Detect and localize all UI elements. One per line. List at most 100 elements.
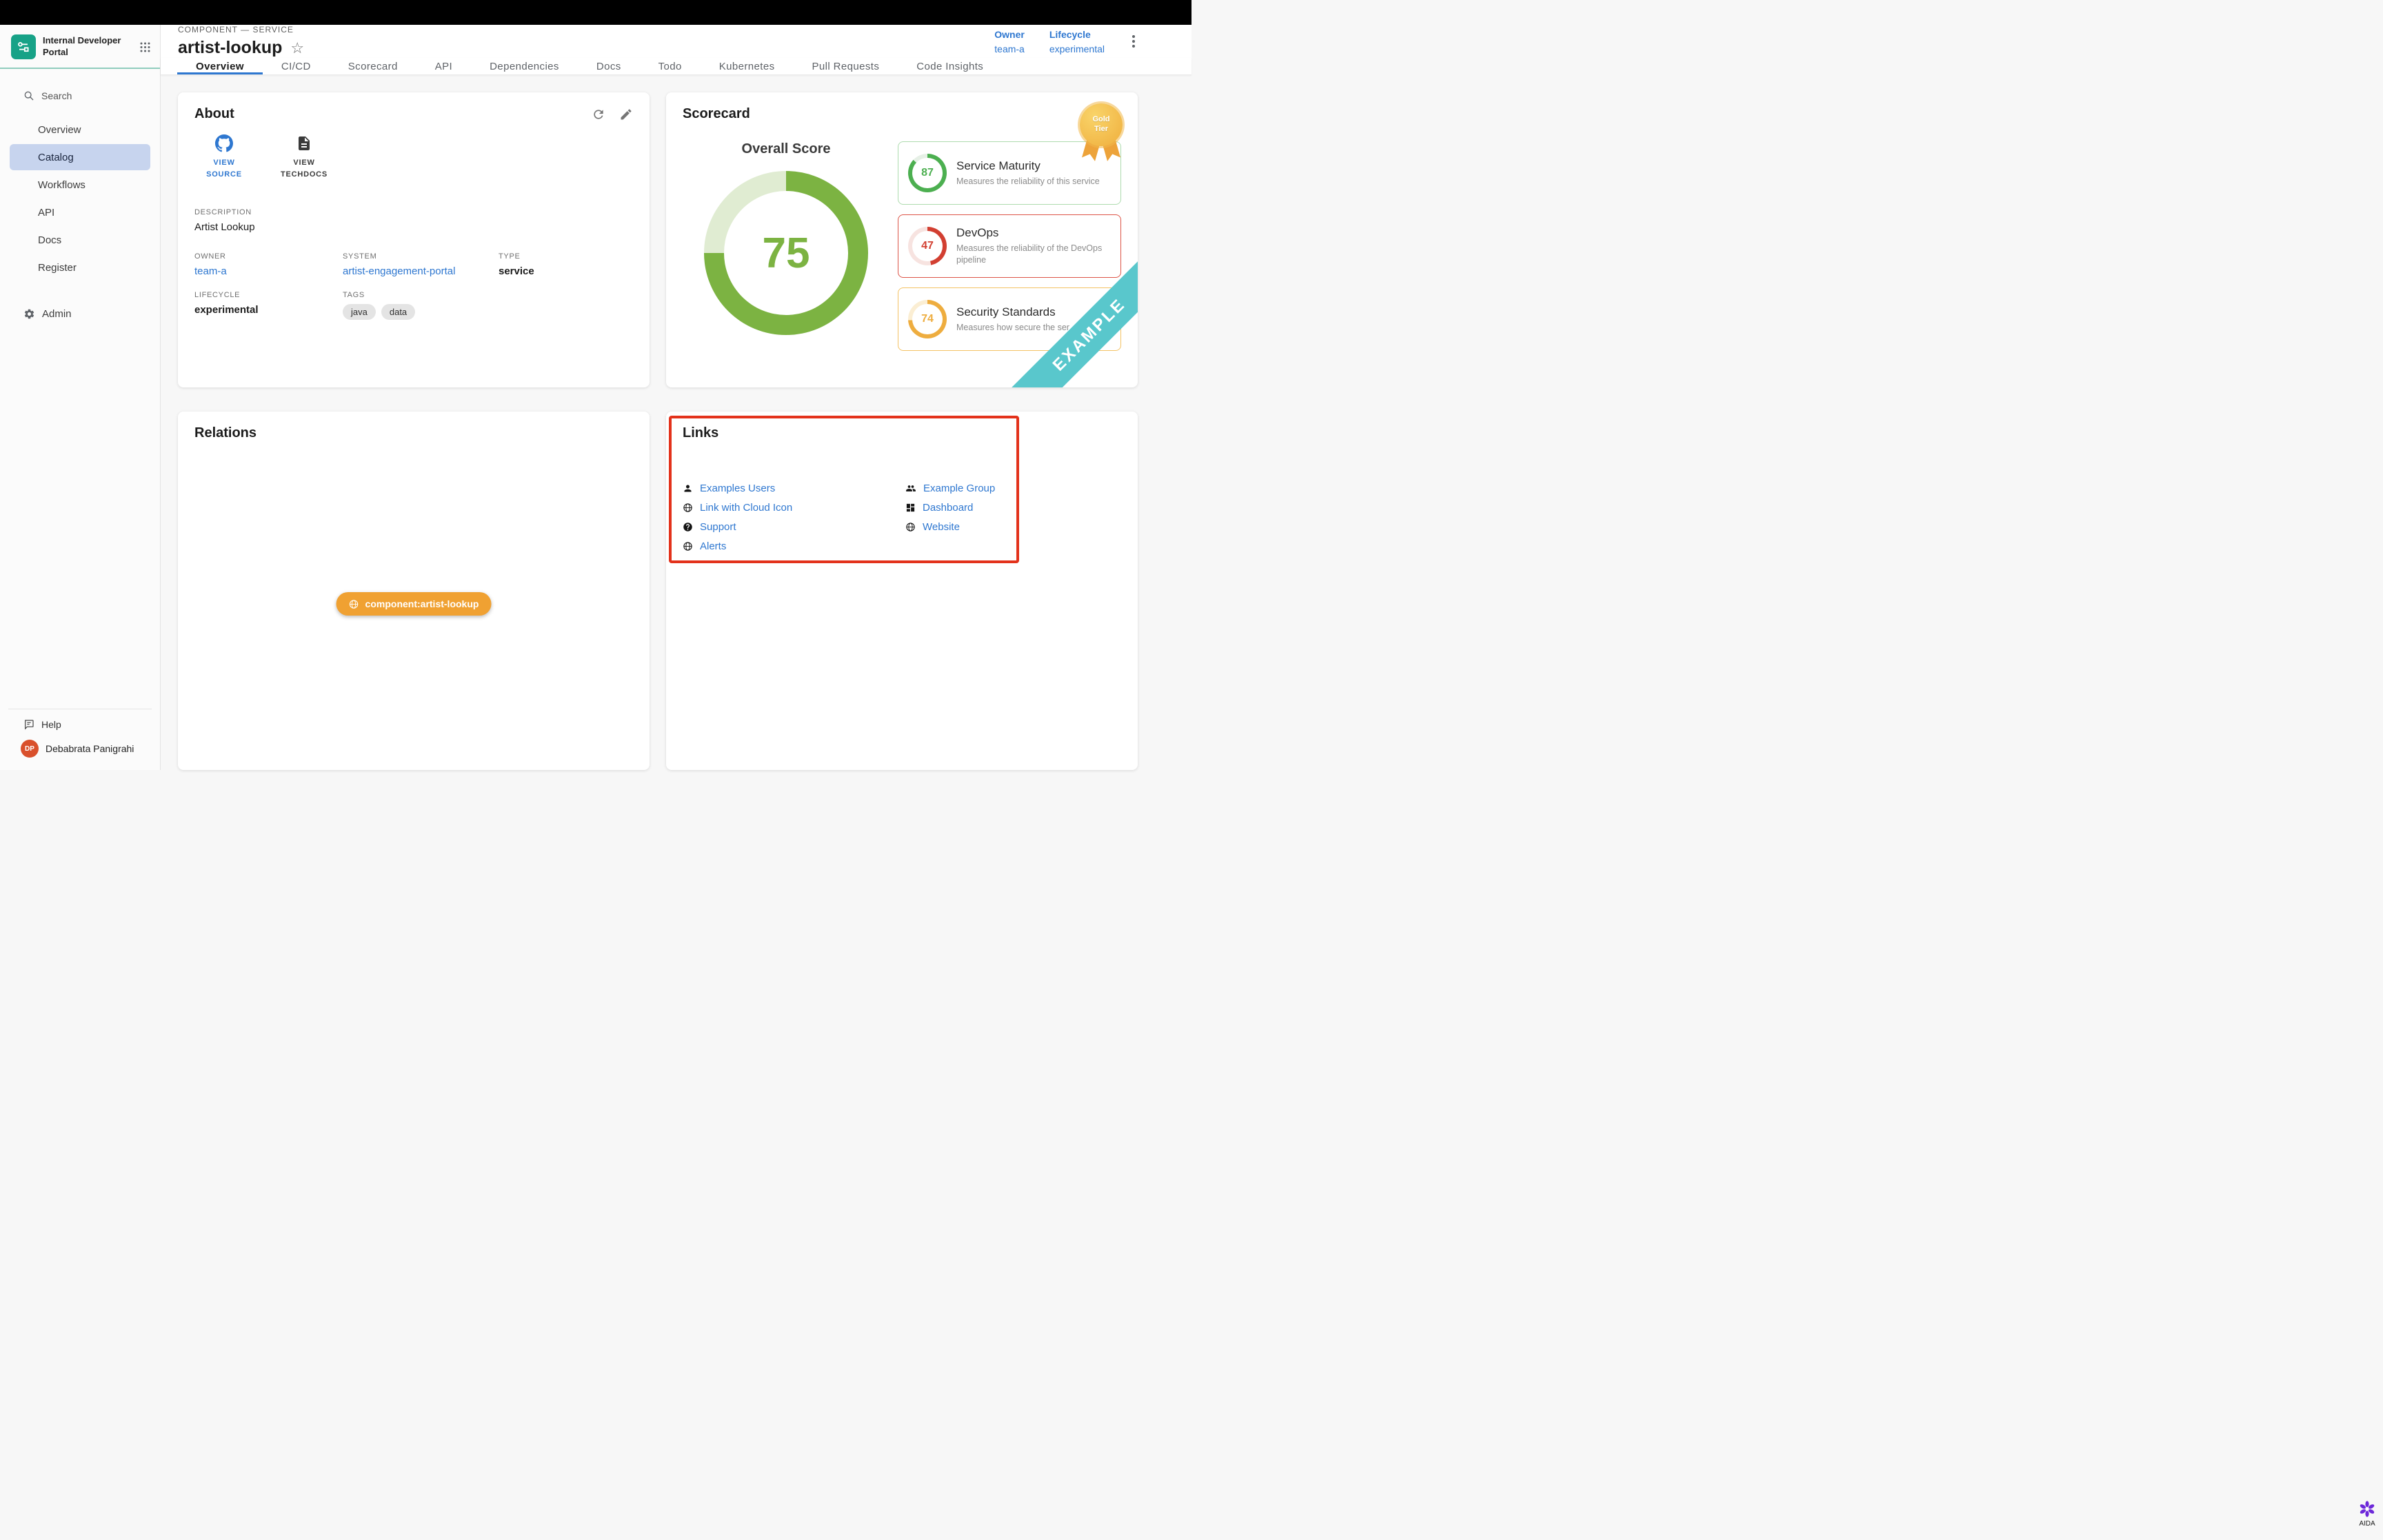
top-black-bar	[0, 0, 1192, 25]
globe-icon	[683, 541, 693, 551]
favorite-star-icon[interactable]: ☆	[290, 41, 304, 56]
owner-field-value[interactable]: team-a	[194, 265, 343, 277]
entity-kind-eyebrow: COMPONENT — SERVICE	[178, 25, 304, 34]
score-desc: Measures the reliability of the DevOps p…	[956, 243, 1111, 266]
sidebar-item-help[interactable]: Help	[0, 709, 160, 740]
help-circle-icon	[683, 522, 693, 532]
system-field-value[interactable]: artist-engagement-portal	[343, 265, 499, 277]
description-value: Artist Lookup	[194, 221, 633, 233]
dashboard-icon	[905, 503, 916, 513]
sidebar-item-overview[interactable]: Overview	[10, 116, 150, 143]
github-icon	[215, 134, 233, 152]
tab-pull-requests[interactable]: Pull Requests	[794, 58, 898, 74]
user-profile[interactable]: DP Debabrata Panigrahi	[0, 740, 160, 770]
overall-score-value: 75	[763, 229, 810, 278]
link-with-cloud-icon[interactable]: Link with Cloud Icon	[683, 498, 905, 517]
link-examples-users[interactable]: Examples Users	[683, 478, 905, 498]
tab-code-insights[interactable]: Code Insights	[898, 58, 1002, 74]
sidebar-item-catalog[interactable]: Catalog	[10, 144, 150, 170]
overall-score-label: Overall Score	[683, 141, 889, 157]
link-support[interactable]: Support	[683, 517, 905, 536]
view-techdocs-label: VIEW TECHDOCS	[276, 157, 332, 181]
page-title: artist-lookup	[178, 38, 282, 58]
view-source-button[interactable]: VIEW SOURCE	[194, 134, 254, 181]
help-chat-icon	[23, 719, 34, 730]
tab-dependencies[interactable]: Dependencies	[471, 58, 578, 74]
sidebar-item-api[interactable]: API	[10, 199, 150, 225]
gold-tier-medal: Gold Tier	[1080, 103, 1123, 146]
scorecard-title: Scorecard	[683, 106, 750, 122]
globe-icon	[683, 503, 693, 513]
tab-overview[interactable]: Overview	[177, 58, 263, 74]
workflow-logo-icon	[16, 39, 31, 54]
aida-label: AIDA	[2359, 1520, 2375, 1528]
sidebar-search[interactable]: Search	[0, 85, 160, 106]
more-options-icon[interactable]	[1129, 32, 1138, 50]
link-dashboard[interactable]: Dashboard	[905, 498, 995, 517]
lifecycle-meta: Lifecycle experimental	[1049, 29, 1105, 54]
link-example-group[interactable]: Example Group	[905, 478, 995, 498]
relation-node-label: component:artist-lookup	[365, 598, 479, 609]
tab-scorecard[interactable]: Scorecard	[330, 58, 416, 74]
about-card: About VIEW SO	[178, 92, 650, 387]
edit-pencil-icon[interactable]	[619, 108, 633, 121]
portal-logo[interactable]	[11, 34, 36, 59]
main-area: COMPONENT — SERVICE artist-lookup ☆ Owne…	[161, 25, 1192, 770]
view-techdocs-button[interactable]: VIEW TECHDOCS	[274, 134, 334, 181]
relations-title: Relations	[194, 425, 257, 441]
entity-node-icon	[349, 599, 359, 609]
tab-cicd[interactable]: CI/CD	[263, 58, 330, 74]
app-shell: Internal Developer Portal Search Overvie…	[0, 25, 1192, 770]
type-field-value: service	[499, 265, 633, 277]
lifecycle-field-label: LIFECYCLE	[194, 291, 343, 299]
portal-title: Internal Developer Portal	[43, 35, 124, 59]
devops-gauge: 47	[908, 227, 947, 265]
sidebar-item-docs[interactable]: Docs	[10, 227, 150, 253]
sidebar-nav: Overview Catalog Workflows API Docs Regi…	[0, 116, 160, 281]
sidebar: Internal Developer Portal Search Overvie…	[0, 25, 161, 770]
score-desc: Measures how secure the ser	[956, 322, 1069, 334]
apps-grid-icon[interactable]	[140, 42, 150, 52]
scorecard-card: Scorecard Gold Tier Overall Score	[666, 92, 1138, 387]
entity-header: COMPONENT — SERVICE artist-lookup ☆ Owne…	[161, 25, 1192, 58]
lifecycle-value: experimental	[1049, 43, 1105, 54]
link-alerts[interactable]: Alerts	[683, 536, 905, 556]
sidebar-header: Internal Developer Portal	[0, 25, 160, 69]
owner-value-link[interactable]: team-a	[994, 43, 1025, 54]
tab-kubernetes[interactable]: Kubernetes	[701, 58, 794, 74]
description-label: DESCRIPTION	[194, 208, 633, 216]
security-standards-gauge: 74	[908, 300, 947, 338]
search-icon	[23, 90, 34, 101]
tab-api[interactable]: API	[416, 58, 471, 74]
aida-assistant[interactable]: AIDA	[2358, 1500, 2376, 1528]
tag-data[interactable]: data	[381, 304, 415, 320]
tab-todo[interactable]: Todo	[640, 58, 701, 74]
type-field-label: TYPE	[499, 252, 633, 261]
owner-label: Owner	[994, 29, 1025, 40]
tab-docs[interactable]: Docs	[578, 58, 640, 74]
gear-icon	[23, 308, 35, 320]
score-name: DevOps	[956, 226, 1111, 240]
owner-meta: Owner team-a	[994, 29, 1025, 54]
sidebar-help-label: Help	[41, 719, 61, 730]
entity-tabbar: Overview CI/CD Scorecard API Dependencie…	[161, 58, 1192, 75]
sidebar-item-workflows[interactable]: Workflows	[10, 172, 150, 198]
person-icon	[683, 483, 693, 494]
service-maturity-gauge: 87	[908, 154, 947, 192]
view-source-label: VIEW SOURCE	[197, 157, 252, 181]
lifecycle-label: Lifecycle	[1049, 29, 1105, 40]
owner-field-label: OWNER	[194, 252, 343, 261]
relation-node-component[interactable]: component:artist-lookup	[336, 592, 492, 616]
overall-score-donut: 75	[704, 171, 868, 335]
overview-content: About VIEW SO	[161, 75, 1192, 770]
link-website[interactable]: Website	[905, 517, 995, 536]
sidebar-item-admin[interactable]: Admin	[0, 301, 160, 327]
tag-java[interactable]: java	[343, 304, 376, 320]
people-icon	[905, 483, 916, 494]
score-card-devops[interactable]: 47 DevOps Measures the reliability of th…	[898, 214, 1121, 278]
refresh-icon[interactable]	[592, 108, 605, 121]
user-name: Debabrata Panigrahi	[46, 743, 134, 754]
sidebar-item-register[interactable]: Register	[10, 254, 150, 281]
tags-field-label: TAGS	[343, 291, 499, 299]
relations-card: Relations component:artist-lookup	[178, 412, 650, 770]
